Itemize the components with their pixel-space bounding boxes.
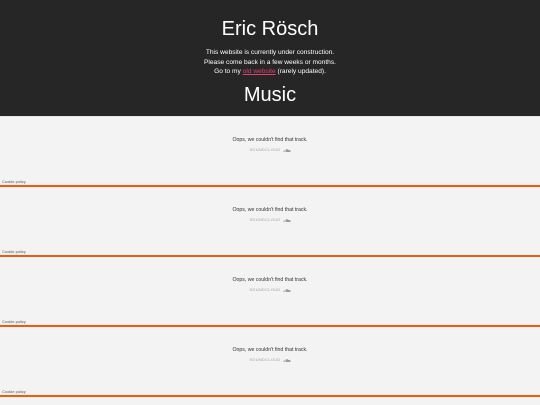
cookie-policy-link[interactable]: Cookie policy	[2, 319, 26, 324]
embed-error-message: Oops, we couldn't find that track.	[232, 137, 308, 143]
soundcloud-logo[interactable]: SOUNDCLOUD	[0, 148, 540, 152]
cookie-policy-link[interactable]: Cookie policy	[2, 179, 26, 184]
intro-line-3-after: (rarely updated).	[275, 68, 326, 76]
section-title-music: Music	[243, 84, 297, 106]
soundcloud-embed[interactable]: Oops, we couldn't find that track. SOUND…	[0, 187, 540, 257]
site-title: Eric Rösch	[221, 18, 319, 40]
soundcloud-cloud-icon	[282, 218, 291, 222]
embed-error-message: Oops, we couldn't find that track.	[232, 207, 308, 213]
intro-line-1: This website is currently under construc…	[205, 49, 335, 56]
soundcloud-embed[interactable]: Oops, we couldn't find that track. SOUND…	[0, 257, 540, 327]
site-header: Eric Rösch This website is currently und…	[0, 0, 540, 116]
embed-error-message: Oops, we couldn't find that track.	[232, 277, 308, 283]
soundcloud-cloud-icon	[282, 148, 291, 152]
soundcloud-logo[interactable]: SOUNDCLOUD	[0, 358, 540, 362]
soundcloud-cloud-icon	[282, 358, 291, 362]
soundcloud-wordmark: SOUNDCLOUD	[249, 218, 281, 222]
soundcloud-embed[interactable]: Oops, we couldn't find that track. SOUND…	[0, 116, 540, 187]
soundcloud-embed-list: Oops, we couldn't find that track. SOUND…	[0, 116, 540, 397]
cookie-policy-link[interactable]: Cookie policy	[2, 389, 26, 394]
soundcloud-wordmark: SOUNDCLOUD	[249, 288, 281, 292]
soundcloud-logo[interactable]: SOUNDCLOUD	[0, 218, 540, 222]
soundcloud-embed[interactable]: Oops, we couldn't find that track. SOUND…	[0, 327, 540, 397]
intro-text: This website is currently under construc…	[0, 48, 540, 77]
soundcloud-wordmark: SOUNDCLOUD	[249, 358, 281, 362]
intro-line-2: Please come back in a few weeks or month…	[204, 58, 336, 66]
cookie-policy-link[interactable]: Cookie policy	[2, 249, 26, 254]
soundcloud-logo[interactable]: SOUNDCLOUD	[0, 288, 540, 292]
soundcloud-cloud-icon	[282, 288, 291, 292]
old-website-link[interactable]: old website	[243, 68, 276, 75]
intro-line-3-before: Go to my	[214, 68, 243, 76]
embed-error-message: Oops, we couldn't find that track.	[232, 347, 308, 353]
soundcloud-wordmark: SOUNDCLOUD	[249, 148, 281, 152]
intro-line-3: Go to my old website (rarely updated).	[0, 67, 540, 77]
